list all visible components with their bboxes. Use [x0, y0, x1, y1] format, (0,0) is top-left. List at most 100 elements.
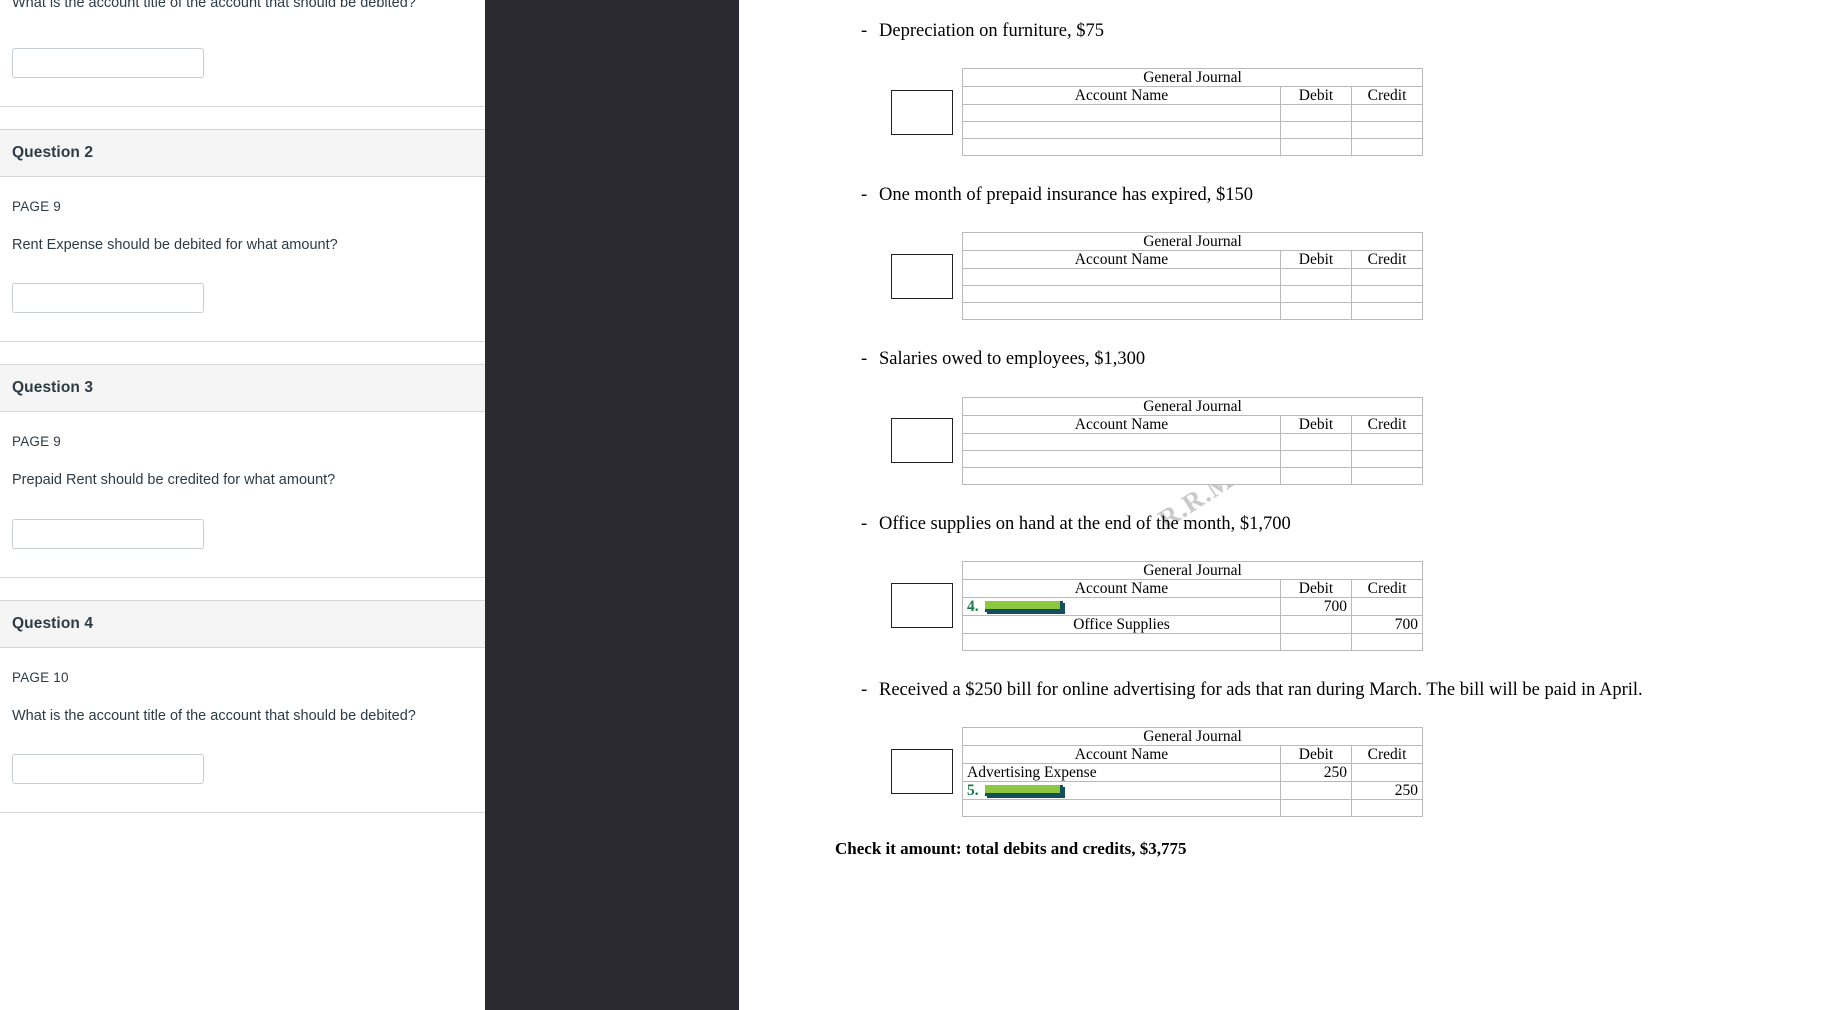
journal-title: General Journal	[961, 68, 1424, 88]
journal-credit-cell[interactable]: 700	[1350, 614, 1424, 634]
column-header-credit: Credit	[1350, 250, 1424, 270]
entry-reference-box[interactable]	[891, 418, 953, 464]
journal-credit-cell[interactable]	[1350, 632, 1424, 651]
question-body-2: PAGE 9 Rent Expense should be debited fo…	[0, 177, 485, 343]
entry-bullet-line: - Salaries owed to employees, $1,300	[739, 348, 1829, 370]
journal-credit-cell[interactable]	[1350, 121, 1424, 140]
journal-credit-cell[interactable]	[1350, 466, 1424, 485]
journal-account-cell[interactable]	[962, 466, 1281, 485]
check-amount-line: Check it amount: total debits and credit…	[835, 838, 1187, 858]
answer-input-3[interactable]	[12, 518, 204, 549]
journal-debit-cell[interactable]	[1280, 449, 1352, 468]
dark-background-gutter	[485, 0, 739, 1010]
document-panel: R.R.M. R.R.M. -Depreciation on furniture…	[739, 0, 1829, 1010]
journal-debit-cell[interactable]: 700	[1280, 596, 1352, 616]
journal-header-row: Account Name Debit Credit	[962, 86, 1424, 106]
journal-account-cell-highlighted[interactable]: 5.	[962, 780, 1281, 800]
journal-debit-cell[interactable]	[1280, 104, 1352, 123]
answer-input-4[interactable]	[12, 754, 204, 785]
journal-table-group: General Journal Account Name Debit Credit Ad…	[739, 726, 1829, 817]
column-header-credit: Credit	[1350, 744, 1424, 764]
question-body-3: PAGE 9 Prepaid Rent should be credited f…	[0, 412, 485, 578]
journal-entries-host: - Depreciation on furniture, $75 General J…	[739, 20, 1829, 817]
journal-credit-cell[interactable]	[1350, 762, 1424, 782]
journal-account-cell[interactable]	[962, 285, 1281, 304]
journal-debit-cell[interactable]	[1280, 138, 1352, 157]
journal-account-cell[interactable]: Advertising Expense	[962, 762, 1281, 782]
journal-table-group: General Journal Account Name Debit Credit	[739, 68, 1829, 157]
journal-row	[962, 466, 1424, 485]
journal-account-cell[interactable]	[962, 302, 1281, 321]
answer-input-2[interactable]	[12, 283, 204, 314]
journal-entry: - Office supplies on hand at the end of t…	[739, 513, 1829, 651]
journal-header-row: Account Name Debit Credit	[962, 578, 1424, 598]
column-header-debit: Debit	[1280, 414, 1352, 434]
entry-reference-box[interactable]	[891, 89, 953, 135]
journal-credit-cell[interactable]	[1350, 104, 1424, 123]
entry-reference-box[interactable]	[891, 749, 953, 795]
question-gap-3	[0, 578, 485, 600]
column-header-account: Account Name	[962, 86, 1281, 106]
journal-entry: - One month of prepaid insurance has expi…	[739, 184, 1829, 321]
journal-debit-cell[interactable]	[1280, 466, 1352, 485]
general-journal-table: General Journal Account Name Debit Credit 4.…	[961, 560, 1424, 651]
journal-header-row: Account Name Debit Credit	[962, 250, 1424, 270]
journal-account-cell[interactable]	[962, 104, 1281, 123]
journal-title-row: General Journal	[961, 396, 1424, 416]
journal-credit-cell[interactable]	[1350, 138, 1424, 157]
journal-row: 4. 700	[962, 596, 1424, 616]
journal-credit-cell[interactable]	[1350, 798, 1424, 817]
journal-account-cell[interactable]	[962, 798, 1281, 817]
column-header-account: Account Name	[962, 744, 1281, 764]
question-header-3: Question 3	[0, 364, 485, 413]
journal-debit-cell[interactable]	[1280, 121, 1352, 140]
journal-account-cell[interactable]	[962, 632, 1281, 651]
journal-row	[962, 121, 1424, 140]
journal-account-cell[interactable]	[962, 268, 1281, 287]
question-text-4: What is the account title of the account…	[12, 707, 416, 724]
journal-credit-cell[interactable]	[1350, 596, 1424, 616]
journal-debit-cell[interactable]	[1280, 632, 1352, 651]
column-header-account: Account Name	[962, 414, 1281, 434]
journal-credit-cell[interactable]	[1350, 268, 1424, 287]
bullet-dash-icon: -	[861, 513, 868, 534]
journal-row: 5. 250	[962, 780, 1424, 800]
entry-bullet-line: - Received a $250 bill for online adverti…	[739, 679, 1829, 701]
question-block-partial: What is the account title of the account…	[0, 0, 485, 129]
journal-debit-cell[interactable]	[1280, 614, 1352, 634]
entry-description: Salaries owed to employees, $1,300	[879, 349, 1146, 370]
screen-root: What is the account title of the account…	[0, 0, 1829, 1010]
journal-account-cell[interactable]: Office Supplies	[962, 614, 1281, 634]
column-header-debit: Debit	[1280, 86, 1352, 106]
column-header-debit: Debit	[1280, 744, 1352, 764]
question-block-2: Question 2 PAGE 9 Rent Expense should be…	[0, 128, 485, 365]
journal-debit-cell[interactable]	[1280, 285, 1352, 304]
answer-input-partial[interactable]	[12, 47, 204, 78]
journal-credit-cell[interactable]	[1350, 432, 1424, 451]
journal-debit-cell[interactable]	[1280, 798, 1352, 817]
entry-description: Received a $250 bill for online advertis…	[879, 679, 1643, 700]
journal-debit-cell[interactable]: 250	[1280, 762, 1352, 782]
journal-account-cell[interactable]	[962, 121, 1281, 140]
journal-credit-cell[interactable]	[1350, 302, 1424, 321]
journal-credit-cell[interactable]	[1350, 285, 1424, 304]
journal-account-cell[interactable]	[962, 432, 1281, 451]
journal-debit-cell[interactable]	[1280, 302, 1352, 321]
entry-reference-box[interactable]	[891, 583, 953, 629]
journal-credit-cell[interactable]: 250	[1350, 780, 1424, 800]
column-header-account: Account Name	[962, 250, 1281, 270]
journal-credit-cell[interactable]	[1350, 449, 1424, 468]
journal-row-number: 5.	[967, 781, 979, 799]
question-gap-2	[0, 342, 485, 364]
journal-account-cell[interactable]	[962, 449, 1281, 468]
quiz-panel: What is the account title of the account…	[0, 0, 485, 1010]
document-content: R.R.M. R.R.M. -Depreciation on furniture…	[739, 20, 1829, 859]
journal-debit-cell[interactable]	[1280, 780, 1352, 800]
journal-debit-cell[interactable]	[1280, 268, 1352, 287]
journal-row: Office Supplies 700	[962, 614, 1424, 634]
journal-account-cell[interactable]	[962, 138, 1281, 157]
journal-account-cell-highlighted[interactable]: 4.	[962, 596, 1281, 616]
entry-reference-box[interactable]	[891, 253, 953, 299]
journal-title: General Journal	[961, 726, 1424, 746]
journal-debit-cell[interactable]	[1280, 432, 1352, 451]
